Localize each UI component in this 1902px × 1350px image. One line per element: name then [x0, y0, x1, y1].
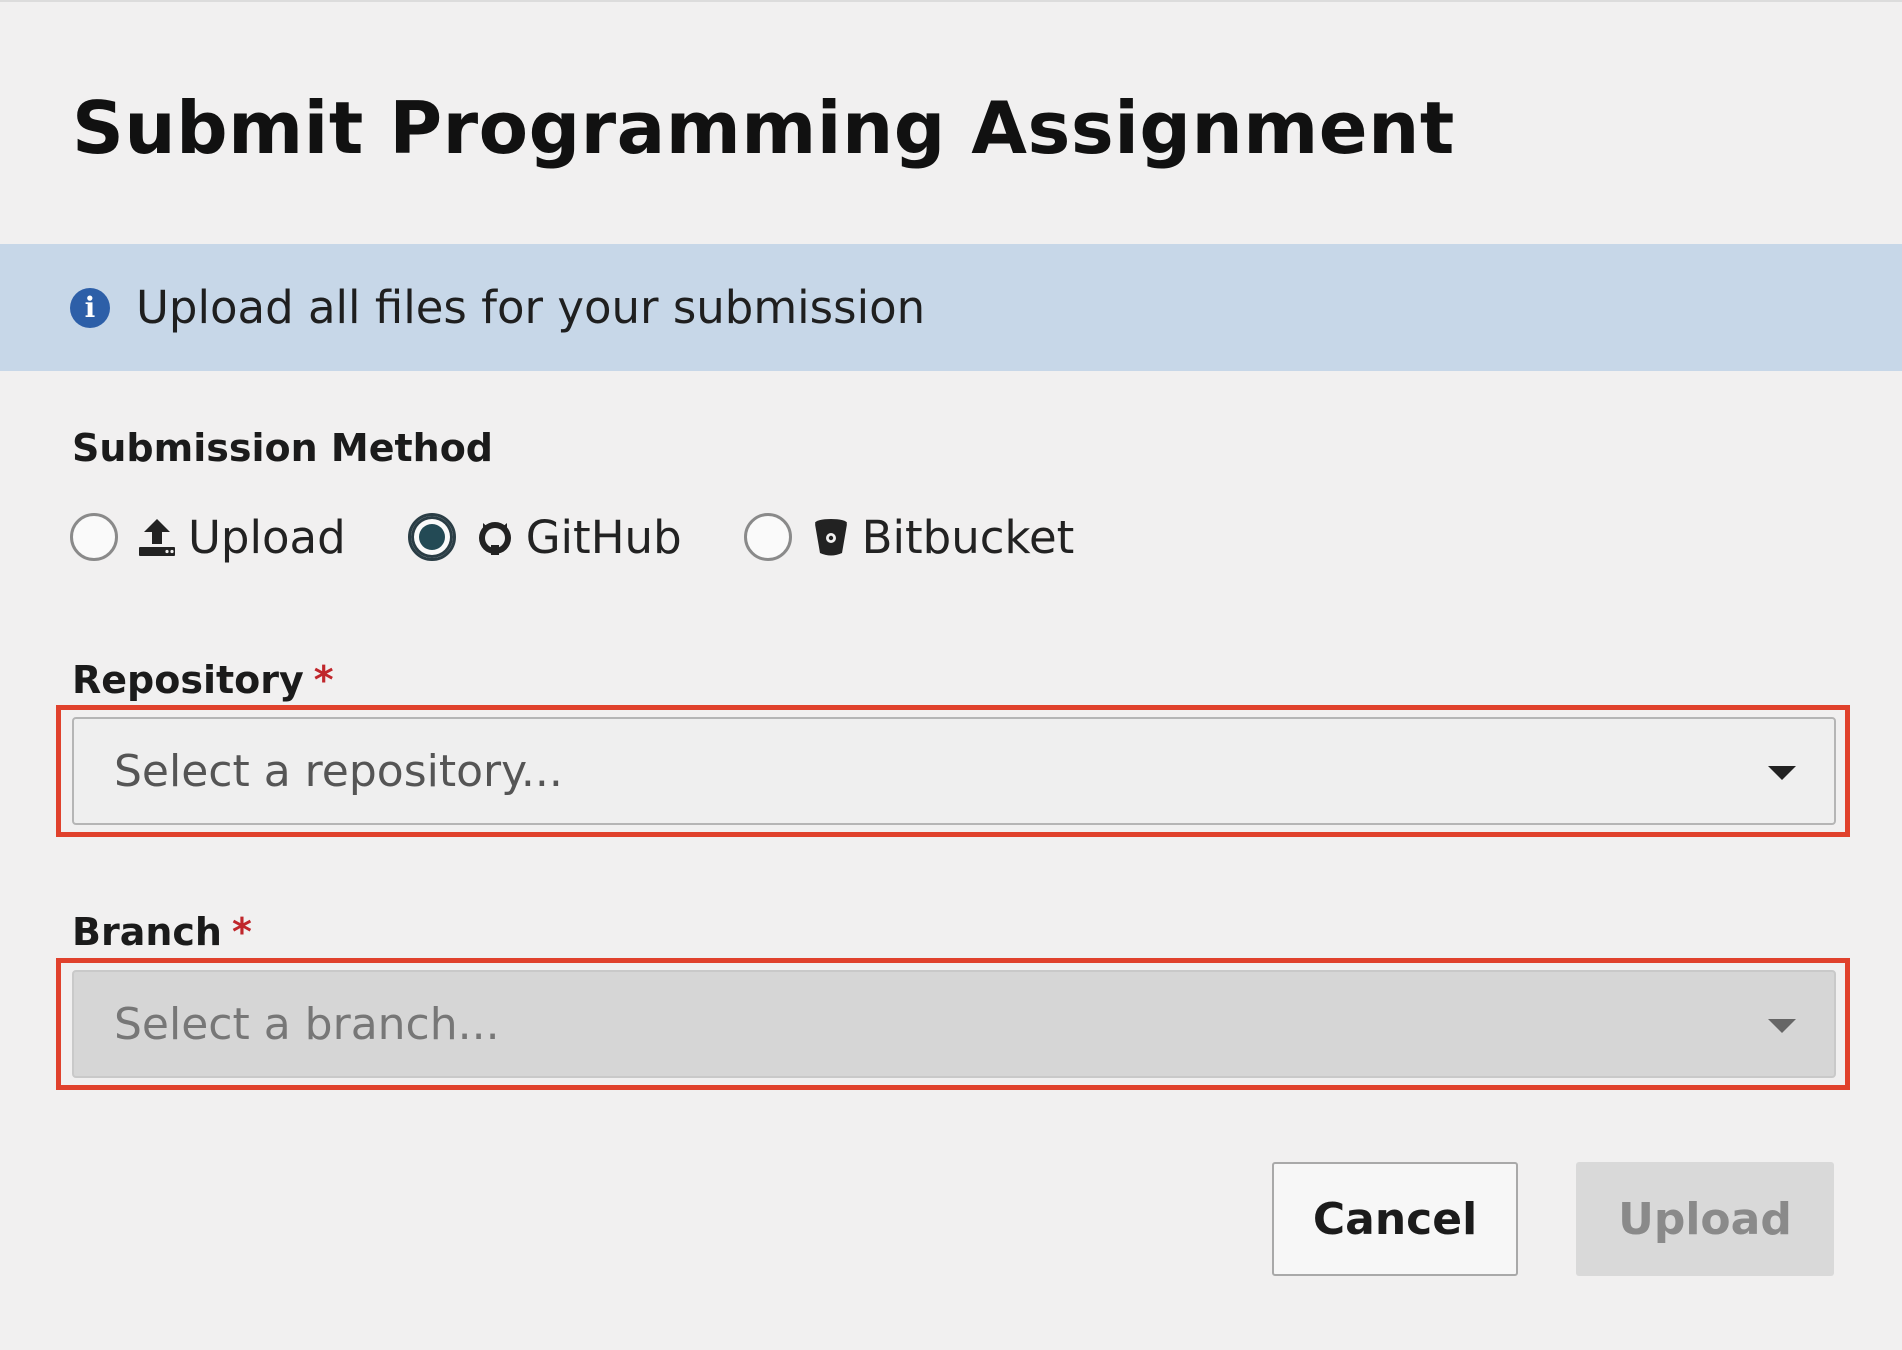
bitbucket-icon: [810, 516, 852, 558]
branch-label: Branch *: [72, 910, 252, 954]
radio-label-bitbucket: Bitbucket: [861, 510, 1075, 564]
radio-bitbucket[interactable]: [743, 513, 792, 561]
chevron-down-icon: [1768, 1019, 1796, 1033]
repository-select[interactable]: Select a repository...: [72, 717, 1836, 825]
branch-select-placeholder: Select a branch...: [114, 998, 500, 1050]
submission-method-label: Submission Method: [72, 426, 494, 470]
submission-method-radio-group: Upload GitHub Bitbucket: [70, 507, 1136, 567]
chevron-down-icon: [1768, 766, 1796, 780]
upload-button[interactable]: Upload: [1576, 1162, 1834, 1276]
radio-upload[interactable]: [70, 513, 118, 561]
required-marker: *: [231, 910, 252, 954]
upload-icon: [136, 516, 178, 558]
info-banner: i Upload all files for your submission: [0, 244, 1902, 371]
radio-github[interactable]: [407, 513, 456, 561]
repository-label: Repository *: [72, 658, 334, 702]
radio-option-upload[interactable]: Upload: [70, 511, 346, 564]
dialog-title: Submit Programming Assignment: [72, 86, 1455, 170]
cancel-button[interactable]: Cancel: [1272, 1162, 1518, 1276]
repository-select-placeholder: Select a repository...: [114, 745, 563, 797]
radio-checked-dot: [418, 524, 445, 550]
radio-option-bitbucket[interactable]: Bitbucket: [743, 510, 1075, 564]
info-icon: i: [70, 287, 110, 328]
radio-label-upload: Upload: [188, 510, 346, 564]
radio-label-github: GitHub: [525, 510, 682, 564]
branch-label-text: Branch: [72, 910, 222, 954]
radio-option-github[interactable]: GitHub: [407, 510, 682, 564]
branch-select[interactable]: Select a branch...: [72, 970, 1836, 1078]
github-icon: [474, 516, 516, 558]
required-marker: *: [313, 658, 334, 702]
repository-label-text: Repository: [72, 658, 304, 702]
info-banner-text: Upload all files for your submission: [136, 281, 926, 334]
submit-assignment-dialog: Submit Programming Assignment i Upload a…: [0, 0, 1902, 1350]
